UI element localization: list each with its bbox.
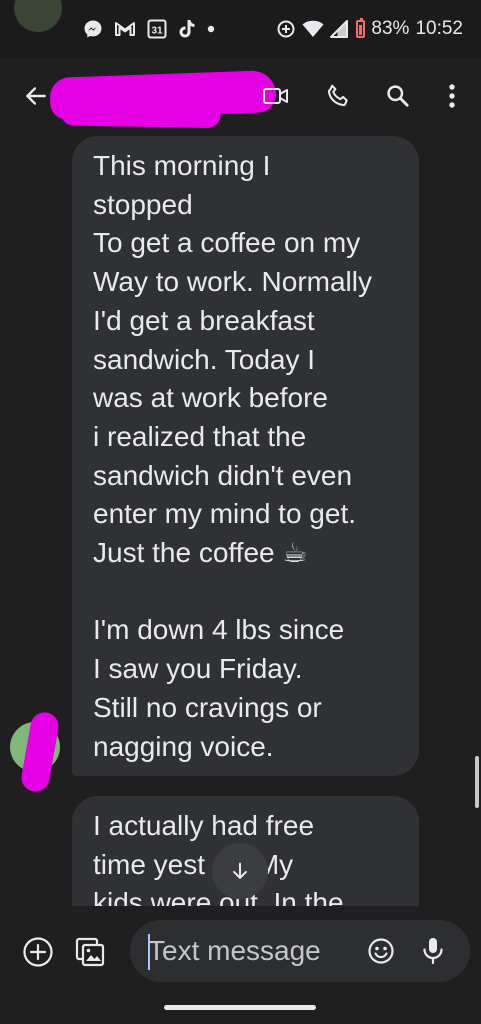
signal-icon — [330, 20, 349, 38]
system-status: 83% 10:52 — [276, 17, 463, 41]
video-call-button[interactable] — [256, 76, 296, 116]
scrollbar[interactable] — [475, 756, 479, 808]
notification-icons: 31 — [83, 18, 215, 40]
media-icon — [75, 937, 105, 967]
gesture-navigation-bar[interactable] — [164, 1005, 316, 1010]
calendar-icon: 31 — [147, 19, 167, 39]
more-options-button[interactable] — [432, 76, 472, 116]
search-button[interactable] — [378, 76, 418, 116]
app-bar: 4 A — [0, 58, 481, 136]
message-bubble-incoming[interactable]: This morning I stopped To get a coffee o… — [72, 136, 419, 776]
wifi-icon — [302, 20, 324, 38]
message-input[interactable] — [148, 932, 348, 970]
voice-input-button[interactable] — [416, 933, 450, 969]
status-bar-avatar-fragment — [14, 0, 62, 32]
more-notifications-dot — [207, 25, 215, 33]
battery-percent: 83% — [371, 18, 410, 39]
status-bar: 31 83% 10:52 — [0, 0, 481, 58]
emoji-icon — [368, 938, 394, 964]
video-call-icon — [263, 88, 288, 104]
back-arrow-icon — [26, 87, 46, 105]
emoji-button[interactable] — [364, 934, 398, 968]
call-button[interactable] — [318, 76, 358, 116]
arrow-down-icon — [233, 862, 247, 879]
gmail-icon — [114, 20, 136, 38]
add-attachment-button[interactable] — [20, 934, 56, 970]
clock: 10:52 — [415, 18, 463, 39]
text-cursor — [148, 934, 150, 970]
gallery-button[interactable] — [72, 934, 108, 970]
mic-icon — [423, 938, 443, 965]
battery-icon — [356, 18, 366, 38]
phone-icon — [327, 84, 348, 107]
svg-text:31: 31 — [151, 26, 163, 37]
tiktok-icon — [178, 19, 196, 39]
conversation-screen: 31 83% 10:52 This morning I stopped To g… — [0, 0, 481, 1024]
messenger-icon — [83, 19, 103, 39]
message-compose-field[interactable] — [130, 920, 470, 982]
redaction-mark — [49, 70, 277, 120]
more-vert-icon — [449, 84, 455, 108]
data-saver-icon — [276, 19, 296, 39]
scroll-to-bottom-button[interactable] — [212, 843, 268, 899]
search-icon — [387, 85, 409, 107]
add-icon — [23, 937, 53, 967]
